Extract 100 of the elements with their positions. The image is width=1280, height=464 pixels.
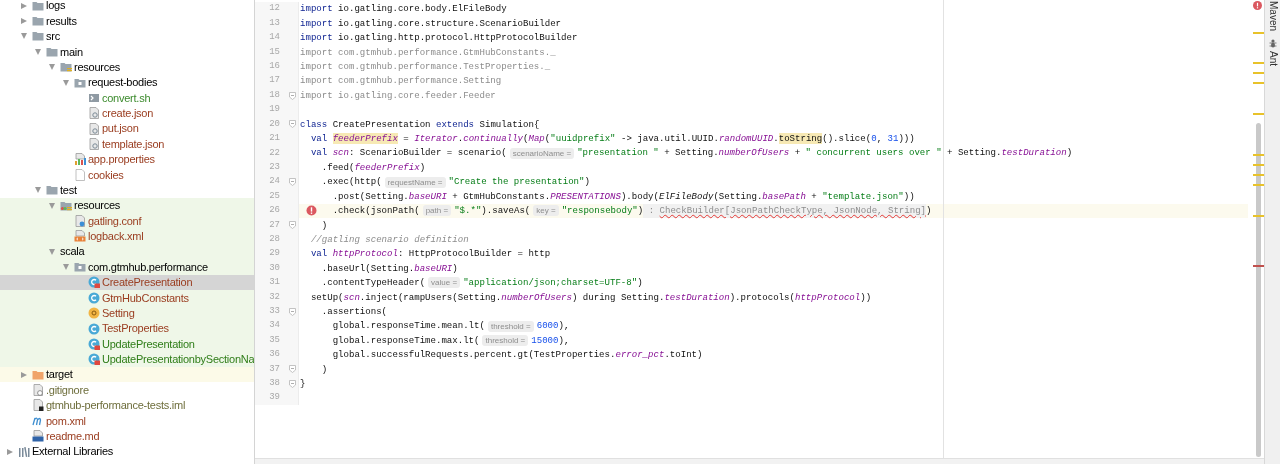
line-number: 36 [268, 348, 280, 362]
code-text: //gatling scenario definition [309, 232, 469, 247]
tree-item[interactable]: put.json [0, 121, 254, 137]
tree-item[interactable]: pom.xml [0, 413, 254, 429]
scrollbar-thumb[interactable] [1256, 123, 1261, 457]
fold-icon[interactable] [289, 91, 296, 100]
caret-icon[interactable] [20, 17, 28, 26]
caret-icon[interactable] [62, 263, 70, 272]
tree-item[interactable]: results [0, 13, 254, 29]
line-number: 29 [268, 247, 280, 261]
tree-item[interactable]: External Libraries [0, 443, 254, 460]
caret-icon[interactable] [34, 47, 42, 56]
caret-icon[interactable] [48, 63, 56, 72]
line-number: 24 [268, 175, 280, 189]
fold-icon[interactable] [289, 379, 296, 388]
tool-window-tab[interactable]: Ant [1265, 51, 1280, 67]
tool-window-tab[interactable]: Maven [1265, 1, 1280, 31]
code-text: "application/json;charset=UTF-8") [463, 276, 643, 290]
code-text: ) [320, 218, 328, 233]
line-number: 18 [268, 88, 280, 102]
tree-item[interactable]: request-bodies [0, 74, 254, 91]
line-number: 23 [268, 160, 280, 174]
class-icon [88, 337, 100, 350]
terminal-icon [88, 91, 100, 104]
code-text: class CreatePresentation extends Simulation{ [300, 117, 540, 132]
line-number: 34 [268, 319, 280, 333]
code-text: val httpProtocol: HttpProtocolBuilder = http [309, 247, 551, 261]
parameter-hint: threshold = [487, 320, 534, 332]
code-text: .feed(feederPrefix) [320, 160, 426, 175]
folder-icon [32, 0, 44, 12]
tree-item[interactable]: app.properties [0, 151, 254, 168]
line-number: 31 [268, 276, 280, 290]
code-text: 15000), [531, 333, 570, 348]
caret-icon[interactable] [20, 32, 28, 41]
tree-item[interactable]: resources [0, 59, 254, 75]
folder-icon [74, 76, 86, 89]
code-text: .exec(http( [320, 175, 382, 189]
tree-item[interactable]: GtmHubConstants [0, 290, 254, 306]
code-text: "Create the presentation") [448, 175, 590, 189]
line-number: 15 [268, 45, 280, 59]
file-icon [88, 138, 100, 151]
line-number: 20 [268, 117, 280, 131]
code-text: import io.gatling.core.structure.ScenarioBuilder [300, 16, 562, 31]
fold-icon[interactable] [289, 178, 296, 187]
line-number: 21 [268, 132, 280, 146]
line-number: 13 [268, 16, 280, 30]
file-icon [32, 430, 44, 443]
tree-item[interactable]: logs [0, 0, 254, 14]
tree-item[interactable]: resources [0, 197, 254, 214]
fold-icon[interactable] [289, 221, 296, 230]
folder-icon [46, 184, 58, 197]
caret-icon[interactable] [20, 370, 28, 379]
fold-icon[interactable] [289, 365, 296, 374]
tree-item[interactable]: create.json [0, 105, 254, 121]
code-text: 6000), [536, 319, 570, 333]
code-text: "$.*").saveAs( [454, 204, 531, 218]
tree-item[interactable]: gtmhub-performance-tests.iml [0, 397, 254, 414]
tree-item[interactable]: com.gtmhub.performance [0, 259, 254, 275]
tree-item[interactable]: UpdatePresentation [0, 336, 254, 352]
caret-icon[interactable] [20, 1, 28, 10]
tree-item[interactable]: main [0, 44, 254, 60]
code-text: .baseUrl(Setting.baseURI) [320, 261, 458, 276]
file-icon [88, 122, 100, 135]
caret-icon[interactable] [62, 78, 70, 87]
tree-item[interactable]: template.json [0, 136, 254, 152]
code-text: "presentation " + Setting.numberOfUsers + " concurrent users over " + Setting.testDuration) [577, 146, 1073, 161]
code-text: import com.gtmhub.performance.Setting [300, 74, 502, 89]
folder-icon [60, 61, 72, 74]
folder-icon [32, 30, 44, 43]
code-text: import io.gatling.core.feeder.Feeder [300, 88, 496, 103]
error-icon [1253, 1, 1262, 10]
code-text: import com.gtmhub.performance.TestProperties._ [300, 60, 551, 74]
line-number: 22 [268, 146, 280, 160]
fold-icon[interactable] [289, 307, 296, 316]
caret-icon[interactable] [48, 247, 56, 256]
caret-icon[interactable] [34, 186, 42, 195]
tree-item[interactable]: cookies [0, 167, 254, 183]
tree-item[interactable]: src [0, 28, 254, 45]
tree-item[interactable]: scala [0, 244, 254, 260]
tree-item[interactable]: gatling.conf [0, 213, 254, 229]
fold-icon[interactable] [289, 120, 296, 129]
code-text: import io.gatling.core.body.ElFileBody [300, 2, 507, 16]
code-text: ) [926, 204, 932, 218]
line-number: 14 [268, 31, 280, 45]
line-number: 12 [268, 2, 280, 16]
tree-item[interactable]: test [0, 182, 254, 198]
line-number: 26 [268, 204, 280, 218]
line-number: 27 [268, 218, 280, 232]
tree-item[interactable]: target [0, 367, 254, 383]
caret-icon[interactable] [6, 447, 14, 456]
code-text: setUp(scn.inject(rampUsers(Setting.numberOfUsers) during Setting.testDuration).protocols(httpProtocol)) [309, 290, 872, 305]
tree-item[interactable]: convert.sh [0, 90, 254, 106]
caret-icon[interactable] [48, 201, 56, 210]
file-icon [88, 107, 100, 120]
parameter-hint: key = [533, 205, 559, 217]
tree-item[interactable]: readme.md [0, 428, 254, 444]
line-number: 35 [268, 333, 280, 347]
library-icon [18, 445, 30, 458]
line-number: 38 [268, 377, 280, 390]
tree-item[interactable]: .gitignore [0, 382, 254, 398]
